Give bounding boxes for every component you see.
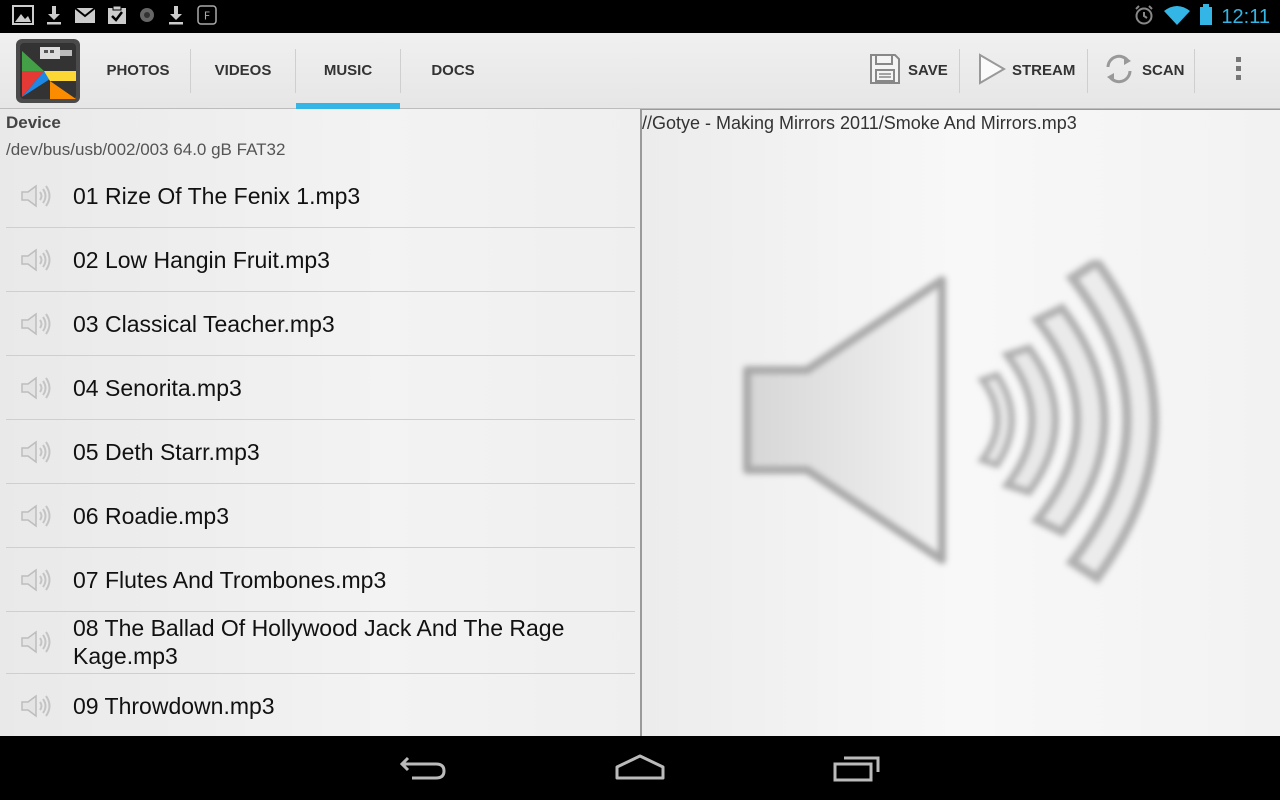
app-logo-icon[interactable] bbox=[14, 37, 82, 105]
wifi-icon bbox=[1163, 4, 1191, 31]
speaker-icon bbox=[20, 311, 54, 337]
action-divider bbox=[1194, 49, 1195, 93]
battery-icon bbox=[1199, 3, 1213, 31]
home-icon[interactable] bbox=[610, 750, 670, 786]
speaker-icon bbox=[20, 629, 54, 655]
file-list-item[interactable]: 06 Roadie.mp3 bbox=[6, 484, 635, 548]
save-button[interactable]: SAVE bbox=[868, 33, 948, 108]
file-list-item[interactable]: 05 Deth Starr.mp3 bbox=[6, 420, 635, 484]
play-icon bbox=[976, 52, 1006, 90]
file-list-item[interactable]: 04 Senorita.mp3 bbox=[6, 356, 635, 420]
notification-icons: F bbox=[12, 4, 218, 31]
file-list-item[interactable]: 09 Throwdown.mp3 bbox=[6, 674, 635, 736]
tab-docs[interactable]: DOCS bbox=[401, 33, 505, 108]
overflow-menu-icon[interactable] bbox=[1228, 53, 1248, 89]
tab-music[interactable]: MUSIC bbox=[296, 33, 400, 109]
speaker-icon bbox=[20, 375, 54, 401]
file-name: 03 Classical Teacher.mp3 bbox=[73, 310, 335, 337]
speaker-icon bbox=[737, 255, 1207, 600]
flipboard-icon: F bbox=[196, 4, 218, 31]
record-icon bbox=[138, 6, 156, 29]
floppy-icon bbox=[868, 52, 902, 90]
gmail-icon bbox=[74, 6, 96, 29]
file-list-item[interactable]: 02 Low Hangin Fruit.mp3 bbox=[6, 228, 635, 292]
tab-photos[interactable]: PHOTOS bbox=[84, 33, 192, 108]
file-name: 05 Deth Starr.mp3 bbox=[73, 438, 260, 465]
back-icon[interactable] bbox=[394, 750, 454, 786]
recents-icon[interactable] bbox=[826, 750, 886, 786]
stream-button[interactable]: STREAM bbox=[976, 33, 1075, 108]
tab-videos[interactable]: VIDEOS bbox=[191, 33, 295, 108]
file-name: 07 Flutes And Trombones.mp3 bbox=[73, 566, 387, 593]
svg-text:F: F bbox=[204, 9, 210, 22]
file-name: 04 Senorita.mp3 bbox=[73, 374, 242, 401]
speaker-icon bbox=[20, 439, 54, 465]
action-divider bbox=[959, 49, 960, 93]
file-path: //Gotye - Making Mirrors 2011/Smoke And … bbox=[642, 113, 1077, 133]
scan-button[interactable]: SCAN bbox=[1102, 33, 1185, 108]
file-name: 06 Roadie.mp3 bbox=[73, 502, 229, 529]
alarm-icon bbox=[1133, 4, 1155, 31]
speaker-icon bbox=[20, 503, 54, 529]
file-list-item[interactable]: 03 Classical Teacher.mp3 bbox=[6, 292, 635, 356]
checklist-icon bbox=[107, 5, 127, 30]
status-clock: 12:11 bbox=[1221, 5, 1270, 28]
file-name: 09 Throwdown.mp3 bbox=[73, 692, 275, 719]
download-icon bbox=[45, 5, 63, 30]
file-list-item[interactable]: 07 Flutes And Trombones.mp3 bbox=[6, 548, 635, 612]
download-icon bbox=[167, 5, 185, 30]
file-list-panel: Device /dev/bus/usb/002/003 64.0 gB FAT3… bbox=[0, 109, 640, 736]
file-list-item[interactable]: 01 Rize Of The Fenix 1.mp3 bbox=[6, 164, 635, 228]
speaker-icon bbox=[20, 247, 54, 273]
file-list-item[interactable]: 08 The Ballad Of Hollywood Jack And The … bbox=[6, 610, 635, 674]
speaker-icon bbox=[20, 567, 54, 593]
speaker-icon bbox=[20, 183, 54, 209]
status-bar: F 12:11 bbox=[0, 0, 1280, 33]
file-name: 01 Rize Of The Fenix 1.mp3 bbox=[73, 182, 361, 209]
device-info: /dev/bus/usb/002/003 64.0 gB FAT32 bbox=[6, 140, 286, 159]
image-icon bbox=[12, 4, 34, 30]
refresh-icon bbox=[1102, 52, 1136, 90]
action-divider bbox=[1087, 49, 1088, 93]
preview-panel: //Gotye - Making Mirrors 2011/Smoke And … bbox=[640, 109, 1280, 737]
device-title: Device bbox=[6, 113, 61, 132]
file-name: 02 Low Hangin Fruit.mp3 bbox=[73, 246, 330, 273]
action-bar: PHOTOS VIDEOS MUSIC DOCS SAVE STREAM SCA… bbox=[0, 33, 1280, 109]
file-name: 08 The Ballad Of Hollywood Jack And The … bbox=[73, 614, 565, 669]
speaker-icon bbox=[20, 693, 54, 719]
navigation-bar bbox=[0, 736, 1280, 800]
